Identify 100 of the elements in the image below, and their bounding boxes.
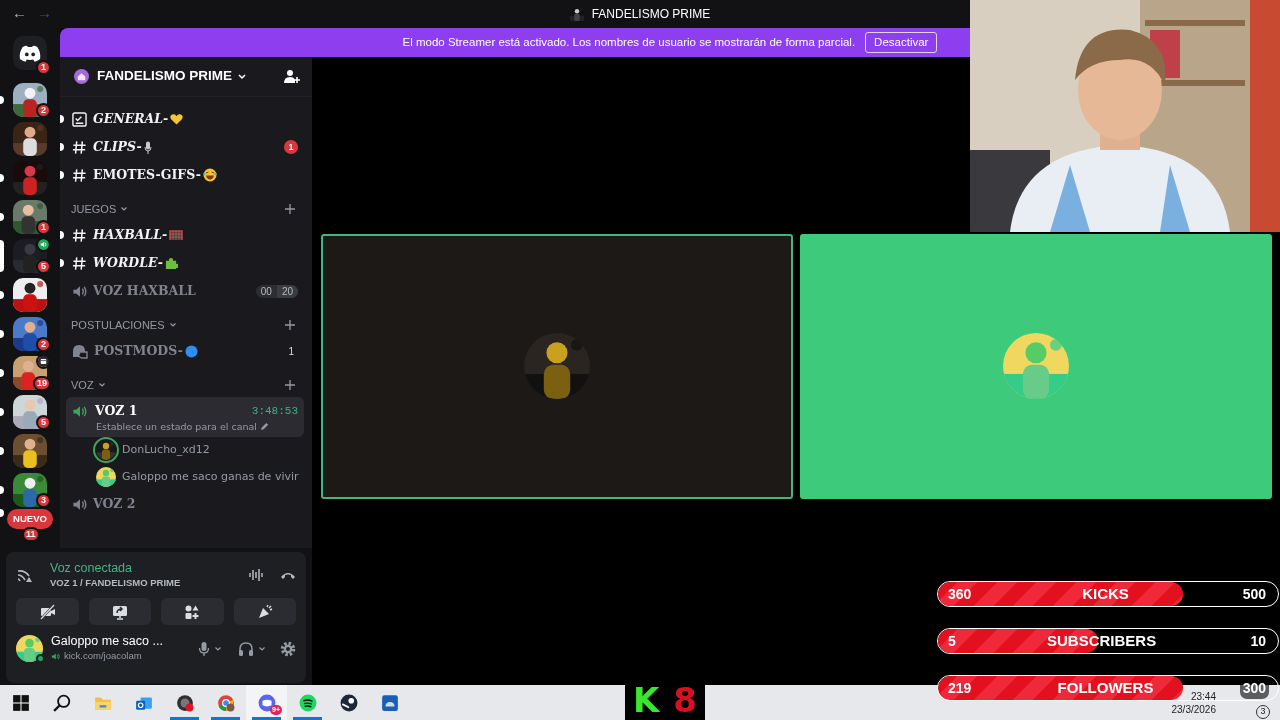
camera-off-icon	[39, 603, 56, 620]
clock-time[interactable]: 23:44	[1190, 689, 1216, 703]
channel-status[interactable]: Establece un estado para el canal	[72, 420, 298, 432]
game-store-icon	[339, 693, 358, 712]
channel-item[interactable]: VOZ HAXBALL 00 20	[66, 277, 304, 305]
chevron-icon[interactable]	[214, 645, 222, 652]
soundboard-icon	[256, 603, 273, 620]
notification-badge: 1	[36, 60, 51, 75]
connection-icon	[16, 567, 34, 584]
circle-emoji-icon	[184, 344, 198, 358]
settings-icon[interactable]	[280, 640, 296, 657]
member-name[interactable]: DonLucho_xd12	[122, 442, 210, 459]
logo-letter: K	[633, 680, 660, 720]
goal-current: 360	[948, 584, 972, 604]
pencil-icon	[260, 421, 269, 431]
activities-icon	[184, 603, 201, 620]
category-label[interactable]: VOZ	[71, 376, 94, 394]
server-item[interactable]: 1	[0, 30, 60, 76]
channel-item[interactable]: HAXBALL-	[66, 221, 304, 249]
chevron-icon[interactable]	[168, 322, 177, 328]
online-status-dot	[36, 654, 45, 664]
screen-share-icon	[111, 603, 128, 620]
server-item[interactable]: 2	[0, 314, 60, 353]
goal-net-icon	[169, 229, 184, 241]
channel-item[interactable]: VOZ 1 3:48:53 Establece un estado para el canal	[66, 397, 304, 437]
member-name[interactable]: Galoppo me saco ganas de vivir	[122, 469, 299, 486]
user-activity: kick.com/joacolam	[64, 649, 142, 664]
server-name[interactable]: FANDELISMO PRIME	[97, 66, 232, 87]
server-item[interactable]: 5	[0, 236, 60, 275]
music-app-icon	[298, 693, 317, 712]
plus-icon[interactable]	[285, 380, 295, 390]
chevron-down-icon[interactable]	[237, 72, 247, 81]
clock-date[interactable]: 23/3/2026	[1171, 702, 1216, 716]
chevron-icon[interactable]	[258, 645, 266, 652]
call-timer: 3:48:53	[251, 405, 298, 418]
game-controller-icon	[380, 693, 399, 712]
mention-badge: 1	[284, 140, 298, 154]
streamer-mode-notice: El modo Streamer está activado. Los nombres de usuario se mostrarán de forma parcial.	[402, 34, 856, 50]
plus-icon[interactable]	[285, 320, 295, 330]
soundwave-icon[interactable]	[248, 568, 264, 583]
windows-icon	[11, 693, 30, 712]
user-name[interactable]: Galoppo me saco ...	[51, 634, 163, 650]
server-item[interactable]: 2	[0, 80, 60, 119]
channel-item[interactable]: VOZ 2	[66, 490, 304, 519]
back-button[interactable]: ←	[10, 3, 29, 23]
hash-icon	[72, 139, 87, 155]
heart-icon	[170, 113, 184, 125]
checklist-icon	[72, 111, 87, 127]
channel-item[interactable]: GENERAL-	[66, 105, 304, 133]
deactivate-button[interactable]: Desactivar	[865, 31, 938, 54]
channel-item[interactable]: POSTMODS- 1	[66, 337, 304, 365]
channel-item[interactable]: CLIPS- 1	[66, 133, 304, 161]
soundboard-button[interactable]	[233, 598, 296, 626]
notification-badge: 2	[36, 337, 51, 352]
notification-badge: 11	[22, 527, 40, 542]
notification-badge: 5	[36, 259, 51, 274]
logo-letter: 8	[673, 680, 697, 720]
search-icon	[52, 693, 71, 712]
plus-icon[interactable]	[285, 204, 295, 214]
chevron-icon[interactable]	[120, 206, 129, 212]
hang-up-icon[interactable]	[280, 570, 296, 581]
voice-location[interactable]: VOZ 1 / FANDELISMO PRIME	[50, 576, 181, 591]
recording-app-icon	[175, 693, 194, 712]
browser-icon	[216, 693, 235, 712]
notification-badge: 2	[36, 103, 51, 118]
goal-current: 5	[948, 631, 956, 651]
category-label[interactable]: POSTULACIONES	[71, 316, 165, 334]
server-item[interactable]: 1	[0, 197, 60, 236]
video-tile[interactable]	[320, 233, 793, 499]
post-count: 1	[288, 345, 295, 357]
activities-button[interactable]	[161, 598, 224, 626]
camera-off-button[interactable]	[16, 598, 79, 626]
headset-icon[interactable]	[238, 640, 254, 657]
category-label[interactable]: JUEGOS	[71, 200, 117, 218]
hash-icon	[72, 167, 87, 183]
channel-item[interactable]: EMOTES-GIFS-	[66, 161, 304, 189]
server-item[interactable]: 5	[0, 392, 60, 431]
notification-badge: 1	[36, 220, 51, 235]
server-item[interactable]: 19	[0, 353, 60, 392]
microphone-icon	[143, 140, 152, 154]
microphone-icon[interactable]	[198, 640, 210, 657]
discord-icon	[19, 44, 41, 62]
puzzle-piece-icon	[164, 256, 178, 270]
chevron-icon[interactable]	[97, 382, 106, 388]
voice-status[interactable]: Voz conectada	[50, 560, 181, 576]
notification-badge: 3	[36, 493, 51, 508]
laughing-emoji-icon	[202, 168, 217, 182]
server-item[interactable]: NUEVO 11	[0, 509, 60, 543]
server-item[interactable]: 3	[0, 470, 60, 509]
goal-label: FOLLOWERS	[1057, 677, 1154, 698]
user-limit: 00 20	[255, 284, 298, 298]
channel-item[interactable]: WORDLE-	[66, 249, 304, 277]
goal-label: KICKS	[1082, 583, 1129, 604]
screen-share-button[interactable]	[88, 598, 151, 626]
add-member-icon[interactable]	[284, 69, 300, 84]
new-badge: NUEVO	[7, 509, 53, 530]
home-button[interactable]	[13, 36, 47, 70]
video-tile[interactable]	[799, 233, 1272, 499]
speaker-icon	[51, 651, 60, 661]
server-icon	[74, 69, 89, 84]
